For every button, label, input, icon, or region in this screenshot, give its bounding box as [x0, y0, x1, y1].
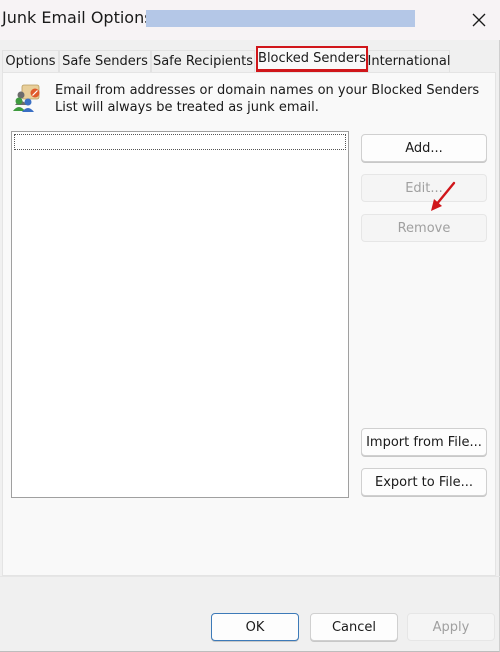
- blocked-senders-panel: Email from addresses or domain names on …: [2, 72, 496, 576]
- close-button[interactable]: [462, 6, 496, 34]
- ok-button[interactable]: OK: [211, 613, 299, 641]
- remove-button[interactable]: Remove: [361, 214, 487, 242]
- tab-safe-senders[interactable]: Safe Senders: [59, 50, 151, 72]
- close-icon: [472, 13, 486, 27]
- tab-blocked-senders[interactable]: Blocked Senders: [256, 46, 368, 72]
- export-to-file-button[interactable]: Export to File...: [361, 468, 487, 496]
- tab-options[interactable]: Options: [2, 50, 59, 72]
- edit-button[interactable]: Edit...: [361, 174, 487, 202]
- tab-international[interactable]: International: [368, 50, 451, 72]
- blocked-senders-list[interactable]: [11, 131, 349, 498]
- title-bar: Junk Email Options -: [0, 0, 500, 40]
- import-from-file-button[interactable]: Import from File...: [361, 428, 487, 456]
- footer-divider: [0, 576, 500, 577]
- junk-email-options-dialog: Junk Email Options - Options Safe Sender…: [0, 0, 500, 652]
- tab-bar: Options Safe Senders Safe Recipients Blo…: [0, 46, 500, 72]
- add-button[interactable]: Add...: [361, 134, 487, 162]
- blocked-senders-icon: [13, 84, 40, 112]
- list-focus-rectangle: [14, 134, 346, 150]
- description-text: Email from addresses or domain names on …: [55, 83, 480, 115]
- window-title: Junk Email Options -: [2, 8, 164, 27]
- cancel-button[interactable]: Cancel: [310, 613, 398, 641]
- redacted-account-name: [146, 10, 415, 27]
- apply-button[interactable]: Apply: [407, 613, 495, 641]
- tab-safe-recipients[interactable]: Safe Recipients: [151, 50, 255, 72]
